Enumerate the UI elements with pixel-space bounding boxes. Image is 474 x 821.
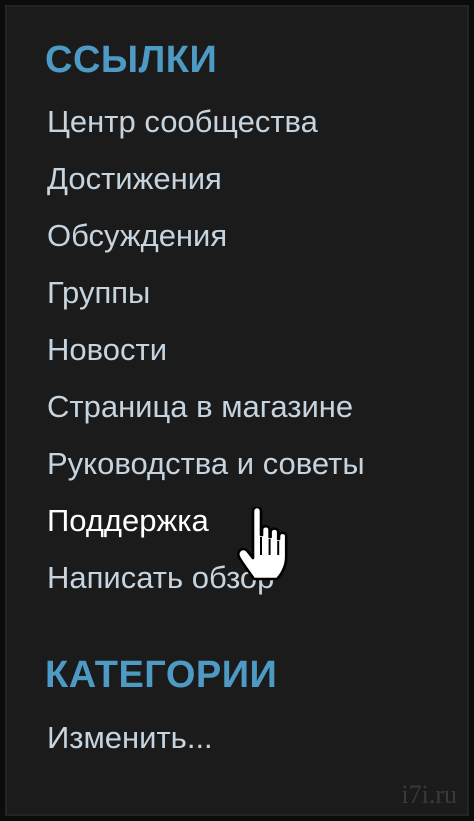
- link-guides[interactable]: Руководства и советы: [47, 446, 365, 482]
- link-news[interactable]: Новости: [47, 332, 167, 368]
- edit-categories-link[interactable]: Изменить...: [47, 720, 213, 756]
- link-discussions[interactable]: Обсуждения: [47, 218, 227, 254]
- link-store-page[interactable]: Страница в магазине: [47, 389, 353, 425]
- links-panel: ССЫЛКИ Центр сообщества Достижения Обсуж…: [5, 5, 469, 816]
- link-achievements[interactable]: Достижения: [47, 161, 222, 197]
- link-community-hub[interactable]: Центр сообщества: [47, 104, 318, 140]
- link-support[interactable]: Поддержка: [47, 503, 209, 539]
- links-section-title: ССЫЛКИ: [45, 39, 218, 81]
- hand-pointer-cursor-icon: [237, 507, 288, 581]
- link-groups[interactable]: Группы: [47, 275, 150, 311]
- categories-section-title: КАТЕГОРИИ: [45, 654, 278, 696]
- watermark: i7i.ru: [401, 780, 457, 809]
